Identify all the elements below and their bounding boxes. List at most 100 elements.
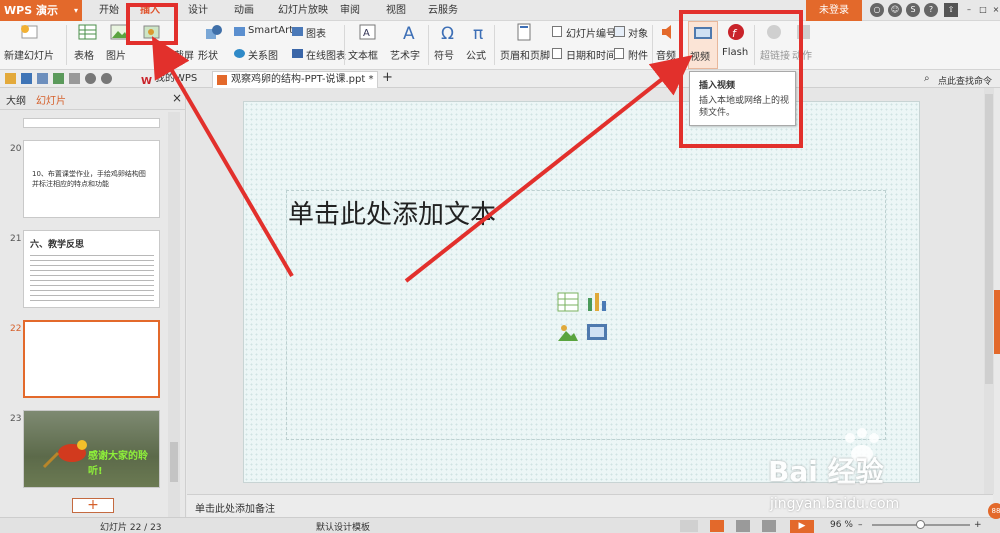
add-slide-button[interactable]: + xyxy=(72,498,114,513)
insert-picture-icon[interactable] xyxy=(557,322,579,342)
canvas-scroll-thumb[interactable] xyxy=(985,94,993,384)
svg-text:A: A xyxy=(403,24,415,41)
notes-placeholder[interactable]: 单击此处添加备注 xyxy=(195,500,275,515)
omega-icon: Ω xyxy=(441,24,454,41)
zoom-in-button[interactable]: + xyxy=(974,520,982,530)
format-painter-icon[interactable] xyxy=(69,73,80,84)
normal-view-icon[interactable] xyxy=(710,520,724,532)
minimize-icon[interactable]: – xyxy=(962,3,976,17)
wordart-button[interactable]: A 艺术字 xyxy=(390,21,430,69)
notification-badge[interactable]: 88 xyxy=(988,503,1000,519)
baidu-watermark: Bai 经验 jingyan.baidu.com xyxy=(760,428,920,523)
thumb-body-lines xyxy=(30,253,154,303)
template-name[interactable]: 默认设计模板 xyxy=(316,520,370,533)
object-button[interactable]: 对象 xyxy=(614,25,648,40)
online-chart-label: 在线图表 xyxy=(306,51,346,62)
restore-ribbon-icon[interactable]: ⇧ xyxy=(944,3,958,17)
shape-button[interactable]: 形状 xyxy=(198,21,228,69)
chart-label: 图表 xyxy=(306,29,326,40)
zoom-slider[interactable] xyxy=(872,520,970,529)
formula-button[interactable]: π 公式 xyxy=(466,21,496,69)
slide-thumb-partial[interactable] xyxy=(23,118,160,128)
date-time-label: 日期和时间 xyxy=(566,51,616,62)
wordart-icon: A xyxy=(403,24,415,41)
tab-animation[interactable]: 动画 xyxy=(226,0,262,21)
slide-number-icon xyxy=(552,26,562,37)
preview-icon[interactable] xyxy=(53,73,64,84)
thumb-number: 20 xyxy=(10,144,22,154)
search-icon: ⌕ xyxy=(924,73,930,84)
login-button[interactable]: 未登录 xyxy=(806,0,862,21)
insert-table-icon[interactable] xyxy=(557,292,579,312)
redo-icon[interactable] xyxy=(101,73,112,84)
panel-close-icon[interactable]: × xyxy=(172,91,182,105)
command-search-label: 点此查找命令 xyxy=(938,77,993,87)
slide-thumb-20[interactable]: 10、布置课堂作业，手绘鸡卵结构图并标注相应的特点和功能 xyxy=(23,140,160,218)
chart-icon xyxy=(292,27,303,36)
slide-thumb-23[interactable]: 感谢大家的聆听! xyxy=(23,410,160,488)
placeholder-text[interactable]: 单击此处添加文本 xyxy=(288,194,496,231)
tab-slides[interactable]: 幻灯片 xyxy=(36,92,66,107)
tab-cloud[interactable]: 云服务 xyxy=(420,0,466,21)
panel-scrollbar[interactable] xyxy=(168,112,180,517)
settings-icon[interactable]: S xyxy=(906,3,920,17)
tab-review[interactable]: 审阅 xyxy=(334,0,366,21)
chart-button[interactable]: 图表 xyxy=(292,25,326,40)
app-menu-button[interactable]: WPS 演示 ▾ xyxy=(0,0,82,21)
tab-outline[interactable]: 大纲 xyxy=(6,92,26,107)
tab-slideshow[interactable]: 幻灯片放映 xyxy=(272,0,334,21)
date-time-button[interactable]: 日期和时间 xyxy=(552,47,616,62)
tab-my-wps[interactable]: W 我的WPS xyxy=(137,71,207,88)
tab-view[interactable]: 视图 xyxy=(380,0,412,21)
panel-scroll-thumb[interactable] xyxy=(170,442,178,482)
relation-chart-button[interactable]: 关系图 xyxy=(234,47,278,62)
side-panel-toggle[interactable] xyxy=(994,290,1000,354)
new-slide-label: 新建幻灯片 xyxy=(4,51,54,62)
canvas-scrollbar[interactable] xyxy=(984,88,994,494)
slide-thumb-22-selected[interactable] xyxy=(23,320,160,398)
textbox-label: 文本框 xyxy=(348,51,378,62)
annotation-box-insert-tab xyxy=(126,3,178,45)
textbox-icon: A xyxy=(359,24,376,40)
chevron-down-icon: ▾ xyxy=(73,6,78,15)
table-icon xyxy=(78,24,97,40)
slide-thumb-21[interactable]: 六、教学反思 xyxy=(23,230,160,308)
tab-document-label: 观察鸡卵的结构-PPT-说课.ppt * xyxy=(231,74,374,85)
maximize-icon[interactable]: □ xyxy=(976,3,990,17)
help-icon[interactable]: ? xyxy=(924,3,938,17)
print-icon[interactable] xyxy=(37,73,48,84)
thumb-title: 六、教学反思 xyxy=(30,240,85,250)
undo-icon[interactable] xyxy=(85,73,96,84)
tab-home[interactable]: 开始 xyxy=(92,0,126,21)
feedback-icon[interactable]: ☺ xyxy=(888,3,902,17)
symbol-button[interactable]: Ω 符号 xyxy=(434,21,464,69)
attachment-button[interactable]: 附件 xyxy=(614,47,648,62)
save-icon[interactable] xyxy=(21,73,32,84)
header-footer-button[interactable]: 页眉和页脚 xyxy=(500,21,550,69)
new-tab-button[interactable]: + xyxy=(382,70,393,85)
slide-canvas[interactable]: 单击此处添加文本 xyxy=(243,101,920,483)
textbox-button[interactable]: A 文本框 xyxy=(348,21,388,69)
calendar-icon xyxy=(552,48,562,59)
command-search[interactable]: ⌕ 点此查找命令 xyxy=(924,73,1000,87)
thumb-text: 10、布置课堂作业，手绘鸡卵结构图并标注相应的特点和功能 xyxy=(32,170,146,188)
open-icon[interactable] xyxy=(5,73,16,84)
thumb-number: 22 xyxy=(10,324,22,334)
tab-document[interactable]: 观察鸡卵的结构-PPT-说课.ppt * xyxy=(212,71,378,88)
tab-design[interactable]: 设计 xyxy=(180,0,216,21)
smartart-button[interactable]: SmartArt xyxy=(234,25,293,39)
new-slide-button[interactable]: 新建幻灯片 xyxy=(4,21,58,69)
view-menu-icon[interactable] xyxy=(680,520,698,532)
close-icon[interactable]: × xyxy=(989,3,1000,17)
annotation-box-video xyxy=(679,10,803,148)
svg-text:Ω: Ω xyxy=(441,24,454,41)
slide-number-button[interactable]: 幻灯片编号 xyxy=(552,25,616,40)
insert-video-icon[interactable] xyxy=(586,322,608,342)
header-footer-icon xyxy=(517,23,531,41)
sorter-view-icon[interactable] xyxy=(736,520,750,532)
insert-chart-icon[interactable] xyxy=(586,292,608,312)
ppt-file-icon xyxy=(217,75,227,85)
table-button[interactable]: 表格 xyxy=(74,21,104,69)
online-chart-button[interactable]: 在线图表 xyxy=(292,47,346,62)
skin-icon[interactable]: ○ xyxy=(870,3,884,17)
